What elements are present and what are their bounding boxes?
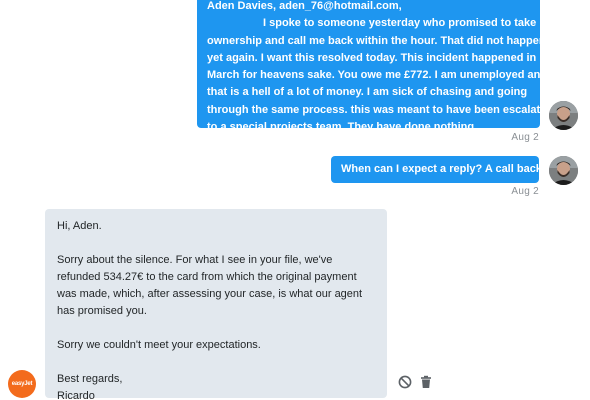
message-line: through the same process. this was meant… [207,103,554,116]
message-line: March for heavens sake. You owe me £772.… [207,69,548,82]
user-avatar [549,156,578,185]
message-timestamp: Aug 2 [511,132,539,143]
user-avatar [549,101,578,130]
message-line: yet again. I want this resolved today. T… [207,51,537,64]
block-icon[interactable] [398,375,412,389]
message-line: I spoke to someone yesterday who promise… [263,17,537,30]
signature-text: Ricardo [57,390,95,400]
signoff-text: Best regards, [57,373,123,385]
message-paragraph: Hi, Aden. [57,220,102,232]
conversation-thread: Aden Davies, aden_76@hotmail.com, I spok… [0,0,590,400]
user-message-bubble: When can I expect a reply? A call back? [331,156,549,183]
user-message-bubble: Aden Davies, aden_76@hotmail.com, I spok… [197,0,554,133]
agent-message-bubble: Hi, Aden. Sorry about the silence. For w… [45,209,387,400]
message-timestamp: Aug 2 [511,186,539,197]
message-line: that is a hell of a lot of money. I am s… [207,86,528,99]
message-line: Aden Davies, aden_76@hotmail.com, [207,0,402,12]
message-line: ownership and call me back within the ho… [207,34,546,47]
message-line: to a special projects team. They have do… [207,121,478,134]
trash-icon[interactable] [419,375,433,389]
message-paragraph: Sorry we couldn't meet your expectations… [57,339,261,351]
agent-avatar-logo: easyJet [8,370,36,398]
message-paragraph: Sorry about the silence. For what I see … [57,254,363,317]
message-signoff: Best regards, Ricardo [57,371,375,400]
